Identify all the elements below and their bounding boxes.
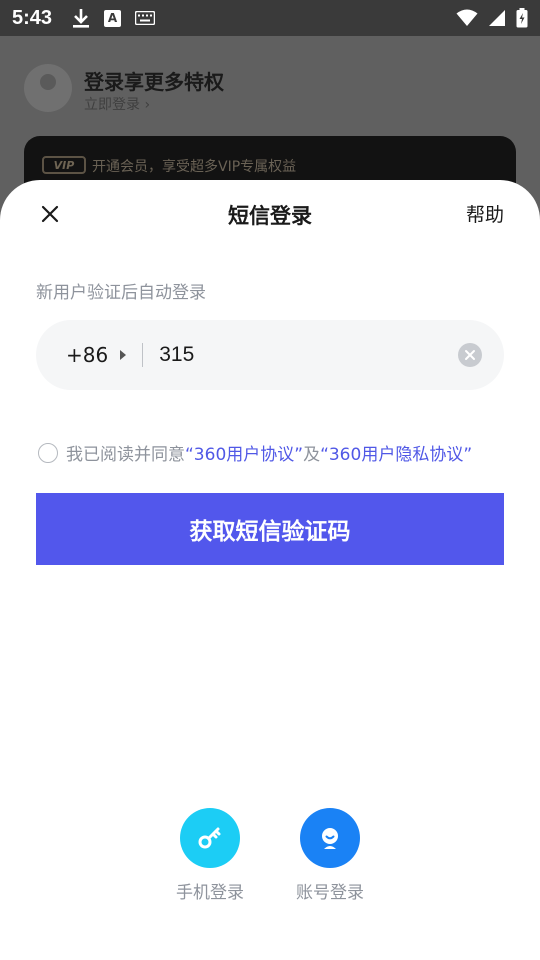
clear-icon [465, 350, 475, 360]
privacy-agreement-link[interactable]: “360用户隐私协议” [320, 440, 472, 465]
phone-input[interactable] [159, 343, 440, 367]
key-icon [198, 827, 221, 849]
avatar [24, 64, 72, 112]
wifi-icon [456, 9, 478, 26]
agreement-row: 我已阅读并同意 “360用户协议” 及 “360用户隐私协议” [38, 440, 472, 465]
user-agreement-link[interactable]: “360用户协议” [185, 440, 303, 465]
agreement-conjunction: 及 [303, 445, 321, 465]
phone-login-icon-wrap [180, 808, 240, 868]
agreement-checkbox[interactable] [38, 442, 58, 463]
status-bar: 5:43 A [0, 0, 540, 36]
clear-input-button[interactable] [458, 343, 482, 367]
keyboard-icon [135, 11, 156, 25]
download-icon [73, 9, 90, 28]
login-now-link: 立即登录 › [84, 97, 151, 113]
help-link[interactable]: 帮助 [466, 200, 504, 227]
phone-login-option[interactable]: 手机登录 [175, 808, 245, 903]
get-sms-code-button[interactable]: 获取短信验证码 [36, 493, 504, 565]
user-icon [322, 828, 338, 849]
status-notifications: A [72, 7, 156, 29]
auto-login-hint: 新用户验证后自动登录 [36, 283, 206, 303]
vip-banner-text: 开通会员，享受超多VIP专属权益 [92, 159, 297, 175]
status-system [456, 8, 528, 28]
account-login-icon-wrap [300, 808, 360, 868]
status-time: 5:43 [12, 6, 53, 29]
page-title: 短信登录 [228, 204, 312, 228]
phone-login-label: 手机登录 [176, 883, 244, 903]
country-code-selector[interactable]: +86 [66, 343, 127, 367]
font-icon: A [104, 9, 122, 27]
signal-icon [489, 10, 505, 26]
caret-right-icon [120, 350, 127, 360]
agreement-prefix: 我已阅读并同意 [66, 445, 185, 465]
phone-field: +86 [36, 320, 504, 390]
account-login-label: 账号登录 [296, 883, 364, 903]
battery-icon [516, 8, 528, 28]
country-code-label: +86 [66, 343, 109, 367]
sms-login-sheet: 短信登录 帮助 新用户验证后自动登录 +86 我已阅读并同意 “360用户协议”… [0, 180, 540, 960]
account-login-option[interactable]: 账号登录 [295, 808, 365, 903]
vip-badge: VIP [42, 156, 86, 174]
field-divider [142, 343, 144, 367]
login-privileges-title: 登录享更多特权 [84, 70, 224, 94]
